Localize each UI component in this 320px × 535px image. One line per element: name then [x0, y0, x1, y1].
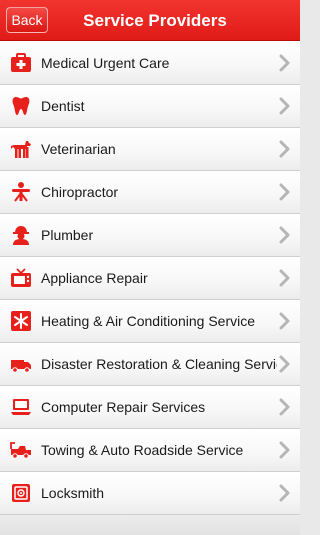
list-item-veterinarian[interactable]: Veterinarian [0, 128, 300, 171]
medical-kit-icon [9, 51, 33, 75]
list-item-dentist[interactable]: Dentist [0, 85, 300, 128]
list-item-plumber[interactable]: Plumber [0, 214, 300, 257]
service-list: Medical Urgent Care Dentist Veterinarian… [0, 41, 300, 515]
safe-icon [9, 481, 33, 505]
laptop-icon [9, 395, 33, 419]
list-item-computer-repair[interactable]: Computer Repair Services [0, 386, 300, 429]
snowflake-icon [9, 309, 33, 333]
chevron-right-icon [277, 312, 291, 330]
chevron-right-icon [277, 183, 291, 201]
chevron-right-icon [277, 484, 291, 502]
list-item-heating-air[interactable]: Heating & Air Conditioning Service [0, 300, 300, 343]
chevron-right-icon [277, 355, 291, 373]
chevron-right-icon [277, 140, 291, 158]
plumber-icon [9, 223, 33, 247]
spine-icon [9, 180, 33, 204]
tv-icon [9, 266, 33, 290]
list-item-label: Heating & Air Conditioning Service [41, 313, 256, 329]
navigation-bar: Back Service Providers [0, 0, 300, 41]
list-item-label: Locksmith [41, 485, 105, 501]
chevron-right-icon [277, 269, 291, 287]
list-item-locksmith[interactable]: Locksmith [0, 472, 300, 515]
list-item-label: Computer Repair Services [41, 399, 206, 415]
list-item-appliance-repair[interactable]: Appliance Repair [0, 257, 300, 300]
list-item-label: Medical Urgent Care [41, 54, 170, 71]
list-item-disaster-restoration[interactable]: Disaster Restoration & Cleaning Service [0, 343, 300, 386]
list-item-label: Disaster Restoration & Cleaning Service [41, 356, 277, 372]
tooth-icon [9, 94, 33, 118]
list-item-chiropractor[interactable]: Chiropractor [0, 171, 300, 214]
list-footer [0, 515, 300, 535]
truck-icon [9, 352, 33, 376]
list-item-label: Towing & Auto Roadside Service [41, 442, 244, 458]
chevron-right-icon [277, 97, 291, 115]
chevron-right-icon [277, 226, 291, 244]
chevron-right-icon [277, 54, 291, 72]
chevron-right-icon [277, 441, 291, 459]
tow-truck-icon [9, 438, 33, 462]
list-item-medical-urgent-care[interactable]: Medical Urgent Care [0, 41, 300, 85]
list-item-label: Chiropractor [41, 184, 119, 200]
list-item-label: Appliance Repair [41, 270, 148, 286]
page-title: Service Providers [83, 11, 227, 30]
list-item-towing[interactable]: Towing & Auto Roadside Service [0, 429, 300, 472]
list-item-label: Veterinarian [41, 141, 116, 157]
dog-icon [9, 137, 33, 161]
list-item-label: Plumber [41, 227, 94, 243]
chevron-right-icon [277, 398, 291, 416]
list-item-label: Dentist [41, 98, 85, 114]
